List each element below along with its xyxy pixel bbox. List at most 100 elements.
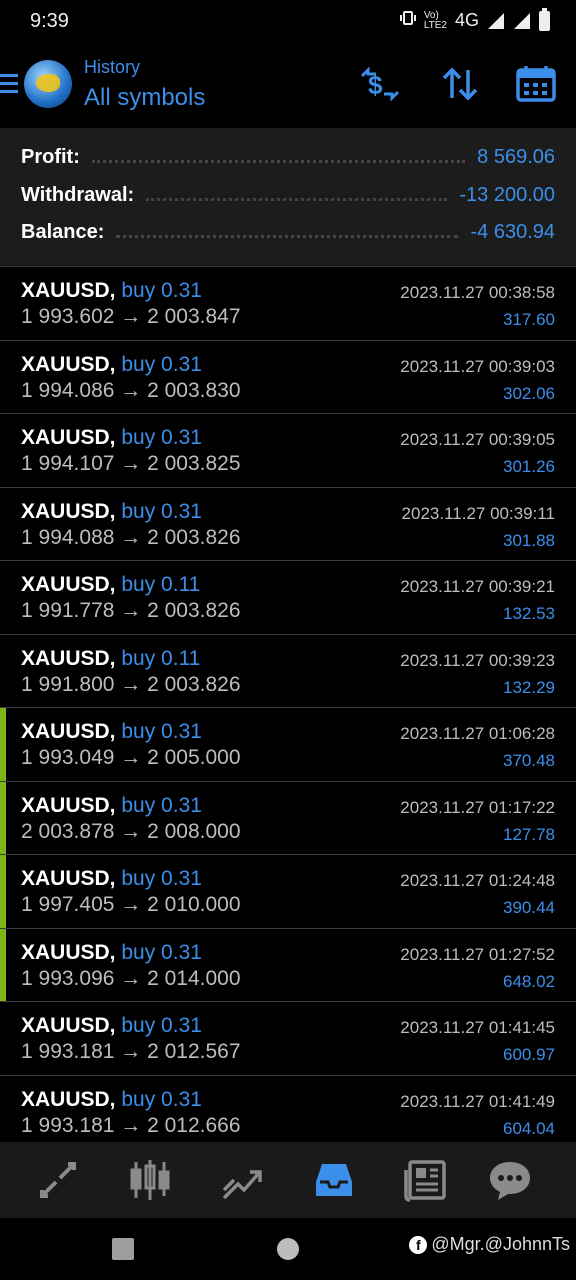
trade-profit: 317.60 [503,310,555,329]
trade-symbol: XAUUSD, buy 0.31 [21,353,202,377]
trade-prices: 1 994.086 → 2 003.830 [21,378,241,402]
calendar-icon[interactable] [514,64,558,104]
network-type: 4G [454,10,479,30]
trade-row[interactable]: XAUUSD, buy 0.31 1 993.096 → 2 014.000 202… [0,928,576,1002]
trade-icon[interactable] [218,1156,266,1204]
status-time: 9:39 [30,10,69,32]
volte-icon: Vo) LTE2 [423,9,447,31]
trade-row[interactable]: XAUUSD, buy 0.31 1 997.405 → 2 010.000 202… [0,855,576,929]
profit-label: Profit: [21,145,80,168]
symbol-name: XAUUSD, [21,352,116,376]
trade-direction: buy 0.31 [121,426,202,449]
withdrawal-label: Withdrawal: [21,183,135,206]
trade-prices: 1 997.405 → 2 010.000 [21,893,241,916]
withdrawal-value: -13 200.00 [459,183,555,206]
trade-direction: buy 0.31 [121,940,202,964]
home-button[interactable] [277,1238,299,1260]
trade-prices: 1 993.181 → 2 012.666 [21,1113,241,1137]
chart-icon[interactable] [126,1156,174,1204]
trade-time: 2023.11.27 00:38:58 [400,283,555,302]
trade-symbol: XAUUSD, buy 0.31 [21,1014,202,1038]
trade-direction: buy 0.31 [121,1087,202,1111]
summary-panel: Profit: 8 569.06 Withdrawal: -13 200.00 … [0,128,576,267]
symbol-name: XAUUSD, [21,1014,116,1037]
trade-direction: buy 0.11 [121,573,201,596]
balance-label: Balance: [21,220,105,243]
system-nav-bar: f @Mgr.@JohnnTs [0,1218,576,1280]
trade-row[interactable]: XAUUSD, buy 0.11 1 991.800 → 2 003.826 202… [0,635,576,708]
symbol-name: XAUUSD, [21,1087,116,1111]
symbol-name: XAUUSD, [21,499,116,523]
trade-row[interactable]: XAUUSD, buy 0.11 1 991.778 → 2 003.826 202… [0,561,576,635]
watermark-text: @Mgr.@JohnnTs [431,1234,570,1254]
trade-direction: buy 0.31 [121,720,202,743]
bottom-navigation [0,1142,576,1218]
trade-list: XAUUSD, buy 0.31 1 993.602 → 2 003.847 202… [0,267,576,1149]
trade-prices: 1 993.181 → 2 012.567 [21,1040,241,1063]
trade-profit: 390.44 [503,898,555,917]
trade-time: 2023.11.27 00:39:03 [400,356,555,376]
trade-time: 2023.11.27 00:39:23 [400,650,555,670]
trade-time: 2023.11.27 01:06:28 [400,724,555,743]
trade-time: 2023.11.27 01:41:49 [400,1091,555,1111]
trade-prices: 1 991.800 → 2 003.826 [21,672,241,696]
balance-value: -4 630.94 [470,220,555,243]
symbol-name: XAUUSD, [21,646,116,670]
recents-button[interactable] [112,1238,134,1260]
menu-icon[interactable] [0,74,18,96]
trade-prices: 1 993.602 → 2 003.847 [21,305,241,328]
vibrate-icon [399,10,416,31]
trade-row[interactable]: XAUUSD, buy 0.31 1 993.181 → 2 012.567 202… [0,1002,576,1076]
chat-icon[interactable] [486,1156,534,1204]
trade-time: 2023.11.27 00:39:21 [400,577,555,596]
symbol-name: XAUUSD, [21,793,116,817]
page-subtitle: History [84,57,141,77]
trade-profit: 370.48 [503,751,555,770]
status-bar: 9:39 Vo) LTE2 4G [0,0,576,44]
trade-direction: buy 0.31 [121,279,202,302]
trade-row[interactable]: XAUUSD, buy 0.31 1 993.049 → 2 005.000 202… [0,708,576,782]
symbol-name: XAUUSD, [21,720,116,743]
trade-symbol: XAUUSD, buy 0.11 [21,647,200,671]
app-logo [24,60,72,108]
trade-prices: 1 994.107 → 2 003.825 [21,452,241,475]
trade-profit: 604.04 [503,1118,555,1138]
trade-profit: 127.78 [503,824,555,844]
trade-profit: 302.06 [503,383,555,403]
trade-row[interactable]: XAUUSD, buy 0.31 1 994.086 → 2 003.830 202… [0,341,576,414]
trade-symbol: XAUUSD, buy 0.31 [21,941,202,965]
balance-row: Balance: -4 630.94 [21,217,555,247]
trade-row[interactable]: XAUUSD, buy 0.31 1 993.181 → 2 012.666 202… [0,1076,576,1149]
trade-row[interactable]: XAUUSD, buy 0.31 1 994.107 → 2 003.825 202… [0,414,576,488]
trade-symbol: XAUUSD, buy 0.31 [21,794,202,818]
watermark: f @Mgr.@JohnnTs [409,1234,570,1255]
trade-symbol: XAUUSD, buy 0.31 [21,1088,202,1112]
trade-time: 2023.11.27 00:39:05 [400,430,555,449]
trade-prices: 1 993.096 → 2 014.000 [21,966,241,990]
trade-time: 2023.11.27 00:39:11 [401,503,555,523]
currency-exchange-icon[interactable]: $ [358,64,402,104]
trade-row[interactable]: XAUUSD, buy 0.31 1 993.602 → 2 003.847 202… [0,267,576,341]
trade-row[interactable]: XAUUSD, buy 0.31 1 994.088 → 2 003.826 202… [0,488,576,561]
sort-icon[interactable] [438,64,482,104]
symbol-filter[interactable]: All symbols [84,84,205,112]
trade-row[interactable]: XAUUSD, buy 0.31 2 003.878 → 2 008.000 202… [0,781,576,855]
news-icon[interactable] [402,1156,450,1204]
profit-value: 8 569.06 [477,145,555,168]
profit-row: Profit: 8 569.06 [21,142,555,172]
trade-time: 2023.11.27 01:17:22 [400,797,555,817]
trade-profit: 132.29 [503,677,555,697]
app-bar: History All symbols $ [0,44,576,128]
quotes-icon[interactable] [34,1156,82,1204]
trade-direction: buy 0.31 [121,352,202,376]
trade-symbol: XAUUSD, buy 0.31 [21,500,202,524]
symbol-name: XAUUSD, [21,940,116,964]
dotted-leader [116,227,459,238]
history-icon[interactable] [310,1156,358,1204]
trade-prices: 1 993.049 → 2 005.000 [21,746,241,769]
trade-symbol: XAUUSD, buy 0.11 [21,573,200,597]
trade-profit: 301.26 [503,457,555,476]
trade-direction: buy 0.31 [121,1014,202,1037]
trade-time: 2023.11.27 01:41:45 [400,1018,555,1037]
trade-direction: buy 0.31 [121,867,202,890]
